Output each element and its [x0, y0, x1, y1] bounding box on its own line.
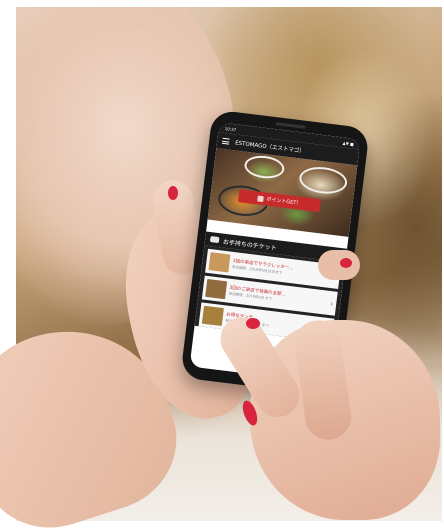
hamburger-menu-icon[interactable] — [221, 137, 230, 145]
coupon-thumbnail — [201, 305, 224, 327]
coupon-thumbnail — [208, 252, 231, 273]
left-index-finger — [318, 250, 360, 280]
point-get-label: ポイントGET！ — [266, 196, 302, 207]
coupon-thumbnail — [205, 278, 228, 300]
nail — [246, 318, 260, 329]
nail — [168, 186, 178, 200]
status-time: 10:37 — [224, 125, 237, 132]
earpiece — [275, 122, 306, 129]
nail — [340, 258, 352, 268]
plate — [243, 153, 286, 181]
plate — [297, 164, 349, 197]
chevron-right-icon: › — [329, 298, 334, 308]
stamp-icon — [257, 194, 264, 202]
ticket-icon — [209, 236, 220, 244]
status-icons: ▲▼ ■ — [342, 139, 355, 147]
